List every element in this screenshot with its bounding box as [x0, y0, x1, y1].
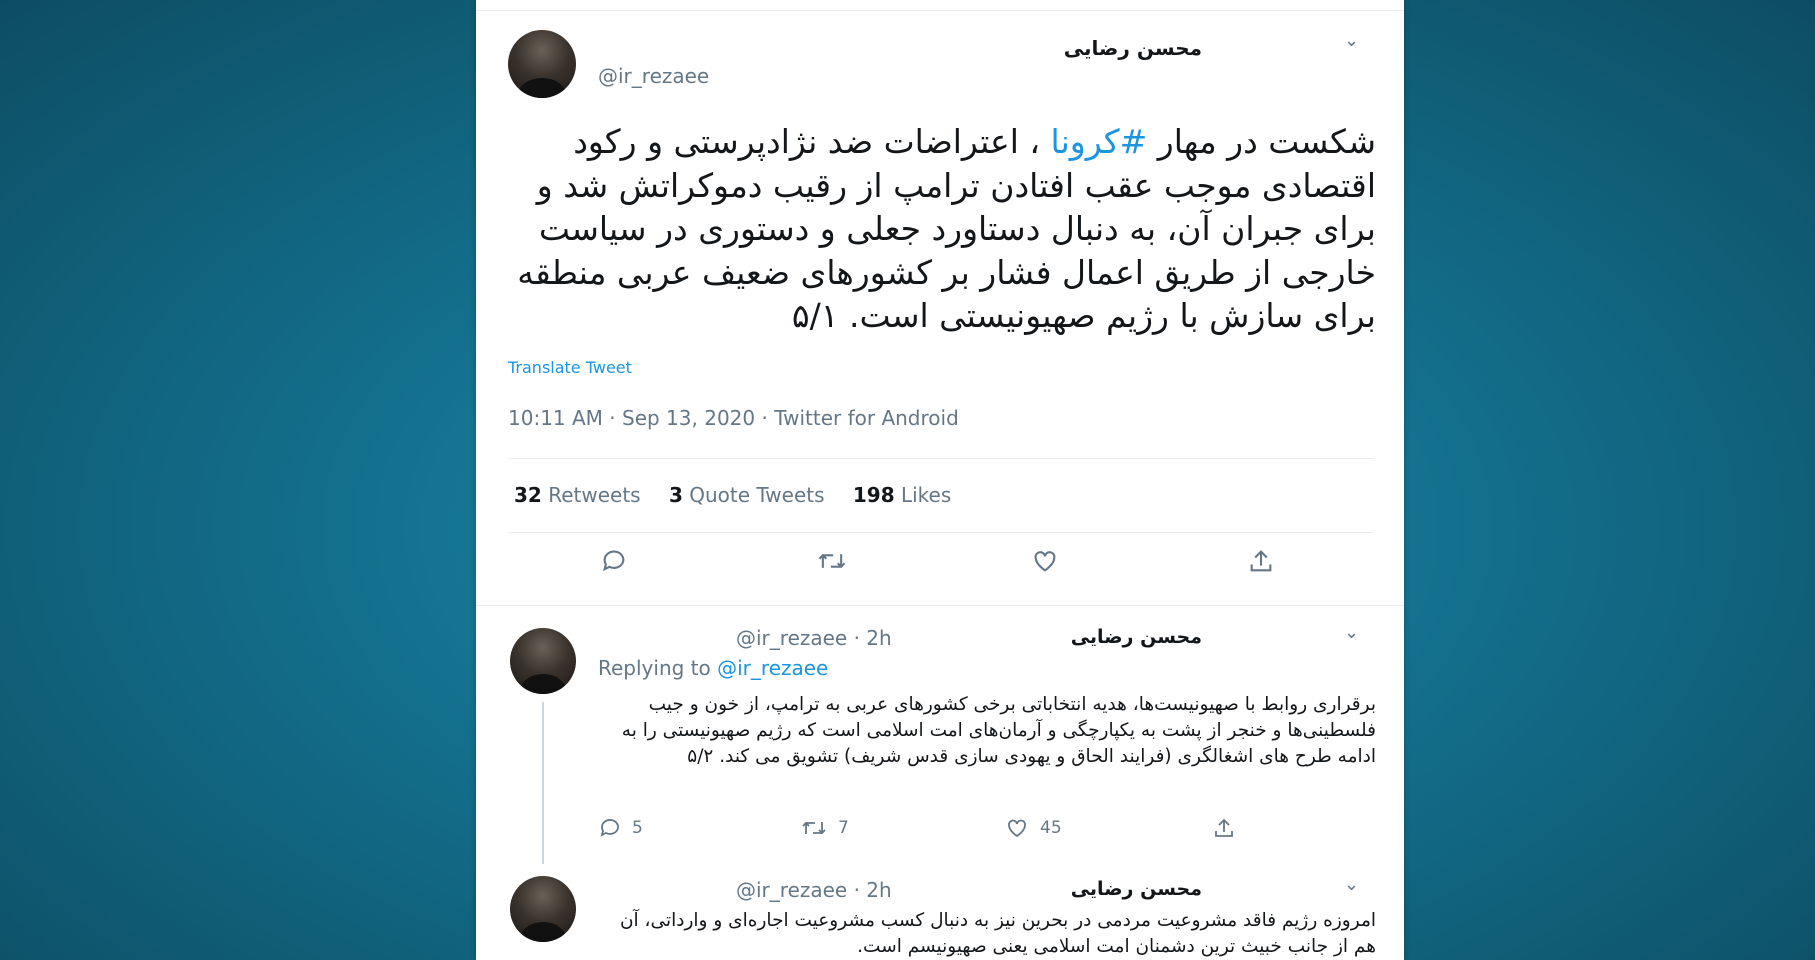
- author-name[interactable]: محسن رضایی: [1071, 878, 1202, 900]
- thread-line: [542, 702, 544, 864]
- retweet-arrows-icon[interactable]: [816, 547, 848, 582]
- quote-tweets-stat[interactable]: 3 Quote Tweets: [669, 483, 825, 507]
- chevron-down-icon[interactable]: ⌄: [1344, 874, 1359, 895]
- reply-count: 5: [632, 818, 643, 838]
- action-bar: [476, 547, 1404, 587]
- chevron-down-icon[interactable]: ⌄: [1344, 622, 1359, 643]
- avatar[interactable]: [510, 876, 576, 942]
- translate-tweet-link[interactable]: Translate Tweet: [508, 358, 632, 377]
- tweet-separator: [476, 605, 1404, 606]
- tweet-card: محسن رضایی @ir_rezaee ⌄ شکست در مهار #کر…: [476, 0, 1404, 960]
- author-handle[interactable]: @ir_rezaee: [598, 64, 709, 88]
- replying-to: Replying to @ir_rezaee: [598, 656, 829, 680]
- author-name[interactable]: محسن رضایی: [1071, 626, 1202, 648]
- speech-bubble-icon: [598, 815, 622, 840]
- author-handle-time[interactable]: @ir_rezaee · 2h: [736, 626, 892, 650]
- share-upload-icon[interactable]: [1247, 547, 1275, 582]
- hashtag-link[interactable]: #کرونا: [1051, 122, 1148, 161]
- share-upload-icon[interactable]: [1212, 815, 1236, 840]
- like-count: 45: [1040, 818, 1062, 838]
- tweet-text-start: شکست در مهار: [1147, 122, 1376, 161]
- chevron-down-icon[interactable]: ⌄: [1344, 30, 1359, 51]
- heart-icon[interactable]: [1030, 547, 1060, 582]
- replying-to-handle-link[interactable]: @ir_rezaee: [717, 656, 828, 680]
- reply-text: امروزه رژیم فاقد مشروعیت مردمی در بحرین …: [619, 910, 1376, 957]
- likes-stat[interactable]: 198 Likes: [853, 483, 951, 507]
- tweet-stats: 32 Retweets 3 Quote Tweets 198 Likes: [514, 483, 951, 507]
- like-action[interactable]: 45: [1004, 815, 1062, 840]
- avatar[interactable]: [510, 628, 576, 694]
- top-divider: [476, 10, 1404, 11]
- retweet-action[interactable]: 7: [800, 815, 849, 840]
- retweets-stat[interactable]: 32 Retweets: [514, 483, 641, 507]
- heart-icon: [1004, 815, 1030, 840]
- reply-action[interactable]: 5: [598, 815, 643, 840]
- author-name[interactable]: محسن رضایی: [1064, 36, 1202, 60]
- tweet-text: شکست در مهار #کرونا ، اعتراضات ضد نژادپر…: [506, 120, 1376, 338]
- author-handle-time[interactable]: @ir_rezaee · 2h: [736, 878, 892, 902]
- tweet-timestamp[interactable]: 10:11 AM · Sep 13, 2020 · Twitter for An…: [508, 406, 959, 430]
- speech-bubble-icon[interactable]: [600, 547, 628, 582]
- reply-text: برقراری روابط با صهیونیست‌ها، هدیه انتخا…: [621, 694, 1376, 767]
- retweet-arrows-icon: [800, 815, 828, 840]
- divider: [508, 458, 1374, 459]
- retweet-count: 7: [838, 818, 849, 838]
- divider: [508, 532, 1374, 533]
- avatar[interactable]: [508, 30, 576, 98]
